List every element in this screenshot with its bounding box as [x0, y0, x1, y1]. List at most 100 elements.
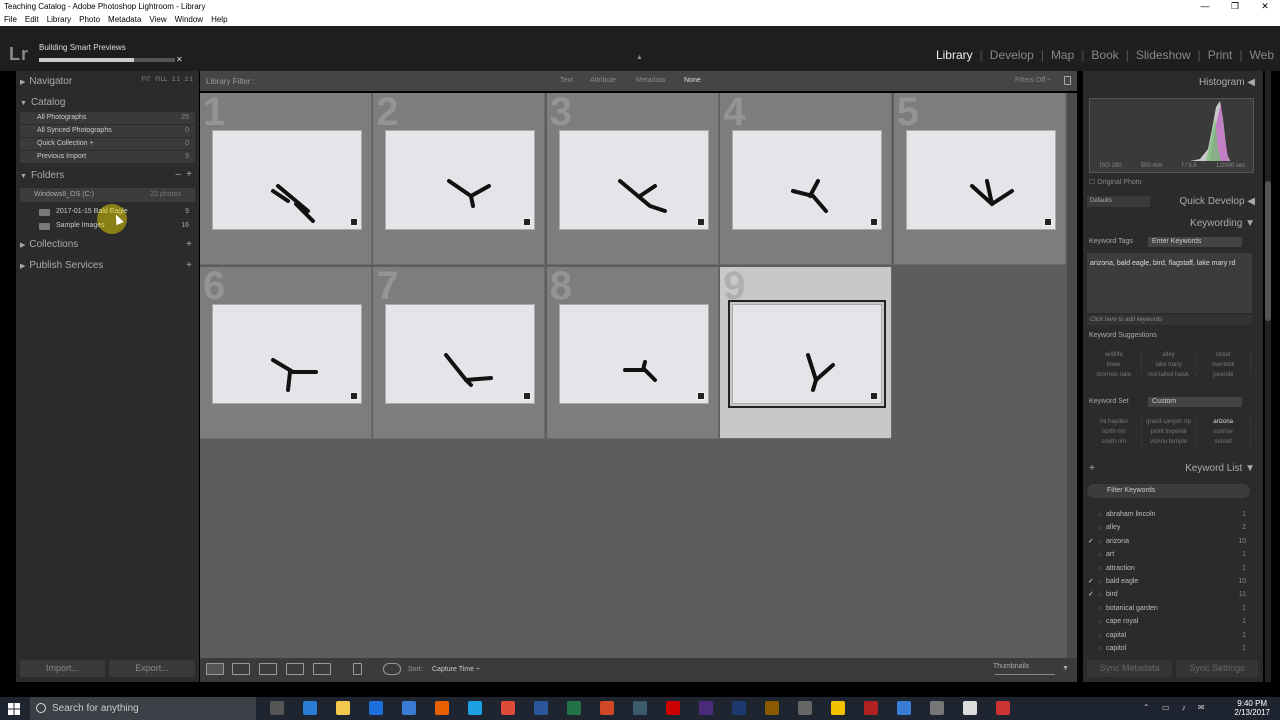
collections-header[interactable]: ▶ Collections — [20, 239, 78, 250]
sync-metadata-button[interactable]: Sync Metadata — [1087, 660, 1172, 677]
export-button[interactable]: Export... — [109, 660, 195, 677]
grid-cell[interactable]: 8 — [546, 264, 719, 439]
firefox-icon[interactable] — [435, 701, 449, 715]
filter-text[interactable]: Text — [560, 77, 573, 84]
folders-header[interactable]: ▼ Folders — [20, 170, 64, 181]
add-folder-icon[interactable]: + — [186, 169, 192, 180]
grid-cell[interactable]: 4 — [720, 90, 893, 265]
filter-metadata[interactable]: Metadata — [636, 77, 665, 84]
lightroom-icon[interactable] — [633, 701, 647, 715]
smart-preview-badge-icon[interactable] — [350, 392, 358, 400]
photo-thumbnail[interactable] — [558, 304, 709, 404]
smart-preview-badge-icon[interactable] — [696, 392, 705, 400]
menu-edit[interactable]: Edit — [21, 13, 43, 26]
module-slideshow[interactable]: Slideshow — [1136, 48, 1191, 62]
add-collection-icon[interactable]: + — [186, 239, 192, 250]
add-publish-service-icon[interactable]: + — [186, 260, 192, 271]
excel-icon[interactable] — [567, 701, 581, 715]
grid-cell[interactable]: 7 — [373, 264, 546, 439]
camera-icon[interactable] — [798, 701, 812, 715]
keyword-set-keyword[interactable]: north rim — [1087, 429, 1142, 435]
bridge-icon[interactable] — [765, 701, 779, 715]
navigator-zoom-options[interactable]: FIT FILL 1:1 2:1 — [142, 77, 193, 83]
smart-preview-badge-icon[interactable] — [523, 218, 532, 226]
keywords-textarea[interactable]: arizona, bald eagle, bird, flagstaff, la… — [1087, 253, 1252, 313]
home-icon[interactable] — [963, 701, 977, 715]
taskbar-search-input[interactable]: Search for anything — [30, 697, 256, 720]
suggested-keyword[interactable]: street — [1196, 352, 1251, 358]
survey-view-icon[interactable] — [286, 663, 304, 675]
keyword-set-keyword[interactable]: grand canyon np — [1142, 419, 1197, 425]
catalog-item[interactable]: Quick Collection +0 — [20, 138, 195, 150]
remove-folder-icon[interactable]: – — [175, 169, 181, 180]
keyword-set-keyword[interactable]: point imperial — [1142, 429, 1197, 435]
import-button[interactable]: Import... — [20, 660, 105, 677]
chrome-icon[interactable] — [501, 701, 515, 715]
filter-attribute[interactable]: Attribute — [590, 77, 616, 84]
edge-icon[interactable] — [303, 701, 317, 715]
sort-dropdown[interactable]: Capture Time ÷ — [432, 666, 480, 673]
keyword-set-keyword[interactable]: sunset — [1196, 439, 1251, 445]
keyword-list-item[interactable]: ▷ capital 1 — [1087, 630, 1252, 642]
histogram-header[interactable]: Histogram ◀ — [1199, 77, 1255, 88]
suggested-keyword[interactable]: overlook — [1196, 362, 1251, 368]
photo-thumbnail[interactable] — [732, 130, 883, 230]
module-book[interactable]: Book — [1091, 48, 1118, 62]
publish-services-header[interactable]: ▶ Publish Services — [20, 260, 103, 271]
filter-keywords-input[interactable]: Filter Keywords — [1087, 484, 1250, 498]
module-map[interactable]: Map — [1051, 48, 1074, 62]
keyword-tags-dropdown[interactable]: Enter Keywords — [1148, 237, 1242, 247]
keyword-checkmark-icon[interactable]: ✓ — [1088, 536, 1094, 548]
filters-off-dropdown[interactable]: Filters Off ÷ — [1015, 77, 1051, 84]
ie-icon[interactable] — [468, 701, 482, 715]
loupe-view-icon[interactable] — [232, 663, 250, 675]
grid-cell[interactable]: 9 — [720, 264, 893, 439]
mail-icon[interactable] — [402, 701, 416, 715]
module-web[interactable]: Web — [1250, 48, 1274, 62]
photos-icon[interactable] — [897, 701, 911, 715]
keyword-list-item[interactable]: ✓ ▷ bald eagle 10 — [1087, 576, 1252, 588]
suggested-keyword[interactable]: mormon lake — [1087, 372, 1142, 378]
suggested-keyword[interactable]: wildlife — [1087, 352, 1142, 358]
suggested-keyword[interactable]: lower — [1087, 362, 1142, 368]
grid-scrollbar[interactable] — [1067, 93, 1077, 658]
add-keyword-icon[interactable]: + — [1089, 463, 1095, 474]
menu-photo[interactable]: Photo — [75, 13, 104, 26]
keyword-set-keyword[interactable]: vishnu temple — [1142, 439, 1197, 445]
spray-can-icon[interactable] — [353, 663, 362, 675]
photo-thumbnail[interactable] — [385, 130, 536, 230]
keyword-list-item[interactable]: ▷ art 1 — [1087, 549, 1252, 561]
suggested-keyword[interactable]: lake mary — [1142, 362, 1197, 368]
compare-view-icon[interactable] — [259, 663, 277, 675]
navigator-header[interactable]: ▶ Navigator — [20, 76, 72, 87]
cancel-activity-icon[interactable]: ✕ — [176, 55, 183, 64]
snip-icon[interactable] — [996, 701, 1010, 715]
catalog-item[interactable]: All Synced Photographs 0 — [20, 125, 195, 137]
saved-preset-dropdown[interactable]: Defaults — [1087, 196, 1150, 207]
grid-cell[interactable]: 2 — [373, 90, 546, 265]
close-button[interactable]: ✕ — [1250, 0, 1280, 13]
quick-develop-header[interactable]: Quick Develop ◀ — [1180, 196, 1256, 207]
drive-row[interactable]: Windows8_OS (C:) 22 photos — [20, 188, 195, 202]
keyword-list-item[interactable]: ▷ attraction 1 — [1087, 563, 1252, 575]
scrollbar-thumb[interactable] — [1265, 181, 1271, 321]
smart-preview-badge-icon[interactable] — [696, 218, 705, 226]
keyword-list-item[interactable]: ▷ cape royal 1 — [1087, 616, 1252, 628]
premiere-icon[interactable] — [699, 701, 713, 715]
smart-preview-badge-icon[interactable] — [523, 392, 532, 400]
taskbar-clock[interactable]: 9:40 PM 2/13/2017 — [1234, 699, 1270, 717]
suggested-keyword[interactable]: juvenile — [1196, 372, 1251, 378]
keyword-set-keyword[interactable]: sunrise — [1196, 429, 1251, 435]
grid-cell[interactable]: 3 — [546, 90, 719, 265]
keyword-list-item[interactable]: ✓ ▷ arizona 10 — [1087, 536, 1252, 548]
photo-thumbnail[interactable] — [212, 130, 362, 230]
smart-preview-badge-icon[interactable] — [870, 218, 879, 226]
system-tray[interactable]: ⌃ ▭ ♪ ✉ — [1143, 703, 1210, 712]
keyword-checkmark-icon[interactable]: ✓ — [1088, 576, 1094, 588]
right-panel-scrollbar[interactable] — [1265, 71, 1271, 682]
sync-settings-button[interactable]: Sync Settings — [1176, 660, 1258, 677]
photo-thumbnail[interactable] — [905, 130, 1056, 230]
keyword-set-dropdown[interactable]: Custom — [1148, 397, 1242, 407]
thumbnail-size-slider[interactable] — [995, 674, 1055, 675]
norton-icon[interactable] — [831, 701, 845, 715]
